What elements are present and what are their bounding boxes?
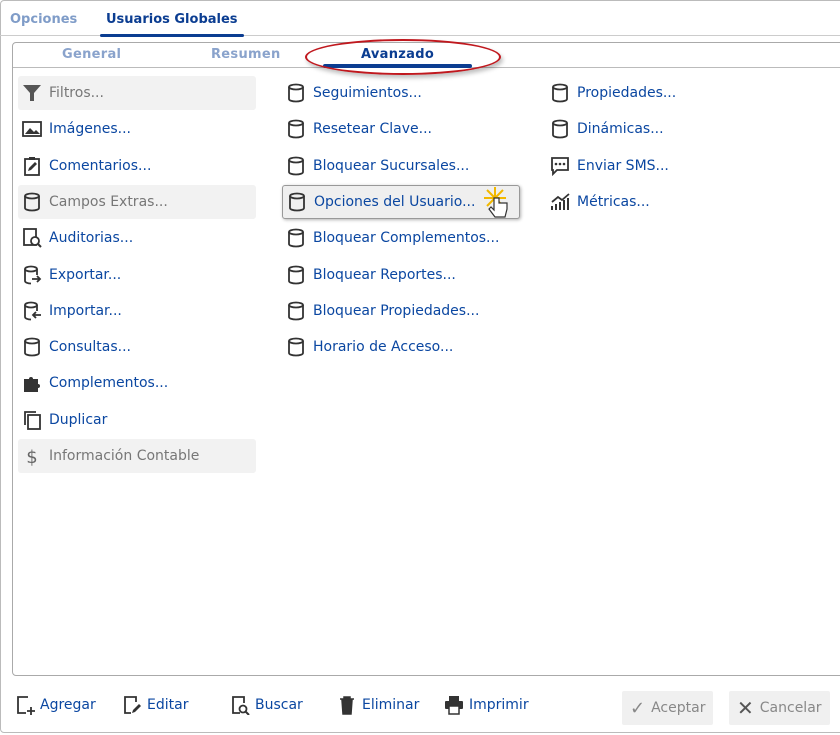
menu-item-label: Propiedades... [577,85,677,101]
chart-icon [549,191,571,213]
menu-item-label: Dinámicas... [577,121,664,138]
clipboard-edit-icon [21,155,43,177]
menu-item-label: Enviar SMS... [577,157,669,174]
filter-icon [21,82,43,104]
database-icon [285,336,307,358]
database-icon [285,300,307,322]
menu-item-complementos[interactable]: Complementos... [18,366,256,400]
menu-item-label: Opciones del Usuario... [314,193,476,210]
menu-item-enviar-sms[interactable]: Enviar SMS... [546,149,746,183]
image-icon [21,118,43,140]
menu-item-label: Seguimientos... [313,85,422,101]
database-icon [21,191,43,213]
database-icon [549,118,571,140]
menu-item-seguimientos[interactable]: Seguimientos... [282,76,520,110]
menu-item-imágenes[interactable]: Imágenes... [18,112,256,146]
hand-cursor-icon [484,187,508,218]
menu-item-filtros[interactable]: Filtros... [18,76,256,110]
menu-item-label: Métricas... [577,193,650,210]
dollar-icon: $ [21,445,43,467]
trash-icon [336,694,358,716]
menu-item-horario-de-acceso[interactable]: Horario de Acceso... [282,330,520,364]
top-tab-bar: Opciones Usuarios Globales [0,0,840,37]
database-export-icon [21,264,43,286]
check-icon: ✓ [630,697,646,719]
menu-item-label: Campos Extras... [49,193,168,210]
database-icon [21,336,43,358]
menu-item-label: Horario de Acceso... [313,339,454,356]
editar-button[interactable]: Editar [121,694,188,716]
menu-item-dinámicas[interactable]: Dinámicas... [546,112,746,146]
menu-item-campos-extras[interactable]: Campos Extras... [18,184,256,219]
imprimir-button[interactable]: Imprimir [443,694,529,716]
menu-item-comentarios[interactable]: Comentarios... [18,149,256,183]
database-icon [285,118,307,140]
agregar-button[interactable]: Agregar [14,694,96,716]
menu-item-métricas[interactable]: Métricas... [546,185,746,219]
database-icon [285,155,307,177]
menu-item-auditorias[interactable]: Auditorias... [18,221,256,255]
menu-item-label: Duplicar [49,411,108,428]
accept-button[interactable]: ✓ Aceptar [622,691,714,725]
menu-item-label: Información Contable [49,448,200,464]
menu-item-label: Filtros... [49,85,104,101]
add-icon [14,694,36,716]
annotation-ellipse [305,39,501,75]
database-icon [549,82,571,104]
menu-item-label: Complementos... [49,375,169,392]
menu-item-bloquear-reportes[interactable]: Bloquear Reportes... [282,258,520,292]
menu-item-label: Bloquear Complementos... [313,230,500,247]
search-icon [229,694,251,716]
menu-item-bloquear-sucursales[interactable]: Bloquear Sucursales... [282,149,520,183]
menu-item-label: Resetear Clave... [313,121,432,138]
tab-resumen[interactable]: Resumen [211,47,281,62]
menu-item-label: Bloquear Propiedades... [313,302,480,319]
menu-item-label: Auditorias... [49,230,134,247]
menu-item-consultas[interactable]: Consultas... [18,330,256,364]
menu-item-label: Exportar... [49,266,122,283]
database-icon [285,82,307,104]
buscar-button[interactable]: Buscar [229,694,303,716]
database-icon [285,227,307,249]
menu-item-resetear-clave[interactable]: Resetear Clave... [282,112,520,146]
svg-text:$: $ [26,447,37,466]
copy-icon [21,409,43,431]
menu-item-label: Consultas... [49,339,131,356]
menu-item-label: Imágenes... [49,121,131,138]
menu-item-label: Comentarios... [49,157,152,174]
tab-usuarios-globales[interactable]: Usuarios Globales [100,12,244,37]
database-icon [286,191,308,213]
menu-item-label: Bloquear Reportes... [313,266,456,283]
menu-item-label: Importar... [49,302,122,319]
menu-item-label: Bloquear Sucursales... [313,157,470,174]
database-import-icon [21,300,43,322]
tab-opciones[interactable]: Opciones [10,12,77,27]
menu-item-información-contable[interactable]: $ Información Contable [18,439,256,473]
sub-tab-bar: General Resumen Avanzado [13,39,840,75]
audit-search-icon [21,227,43,249]
menu-item-bloquear-complementos[interactable]: Bloquear Complementos... [282,221,520,255]
close-icon: ✕ [737,696,754,720]
menu-item-importar[interactable]: Importar... [18,294,256,328]
sms-icon [549,155,571,177]
menu-item-exportar[interactable]: Exportar... [18,258,256,292]
cancel-button[interactable]: ✕ Cancelar [729,691,830,725]
menu-item-bloquear-propiedades[interactable]: Bloquear Propiedades... [282,294,520,328]
puzzle-icon [21,372,43,394]
edit-icon [121,694,143,716]
menu-item-propiedades[interactable]: Propiedades... [546,76,746,110]
eliminar-button[interactable]: Eliminar [336,694,419,716]
tab-general[interactable]: General [62,47,121,62]
database-icon [285,264,307,286]
menu-item-duplicar[interactable]: Duplicar [18,403,256,437]
printer-icon [443,694,465,716]
